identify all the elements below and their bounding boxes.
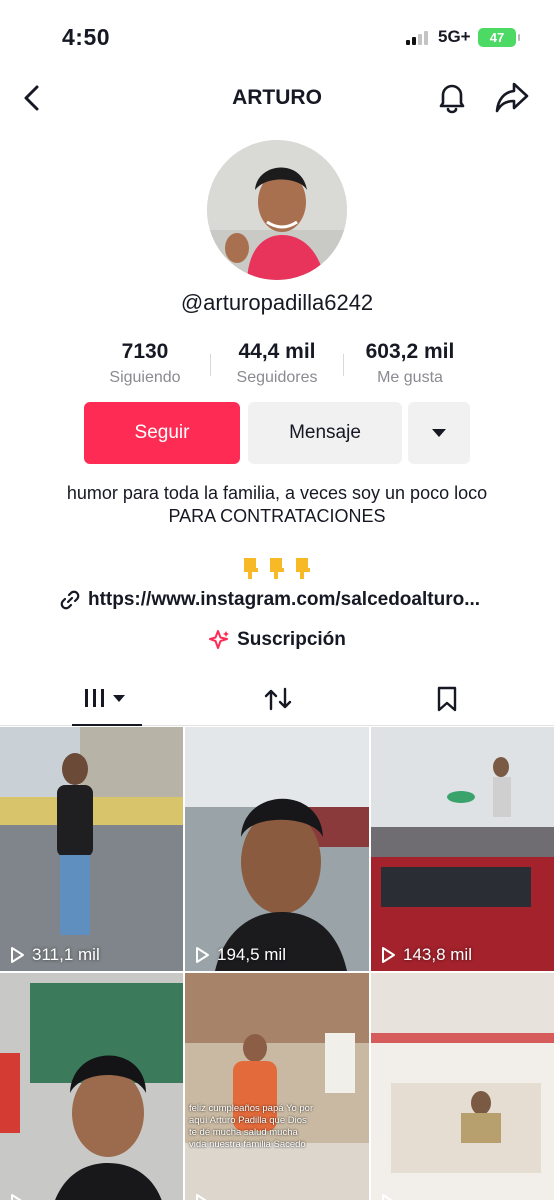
video-views-count: 311,1 mil [32, 945, 100, 964]
repost-icon [264, 687, 292, 711]
stat-following-label: Siguiendo [109, 369, 181, 386]
video-thumbnail-image [185, 727, 369, 971]
stat-divider [343, 354, 344, 376]
battery-level: 47 [489, 30, 505, 45]
stat-followers-value: 44,4 mil [238, 340, 316, 363]
video-views: 194,5 mil [193, 945, 286, 965]
avatar-photo [207, 140, 347, 280]
profile-bio: humor para toda la familia, a veces soy … [40, 482, 514, 528]
message-button[interactable]: Mensaje [248, 402, 402, 464]
video-views-count: 194,5 mil [217, 945, 286, 964]
video-thumbnail-image [371, 973, 554, 1200]
stat-likes[interactable]: 603,2 mil Me gusta [350, 340, 470, 387]
profile-link[interactable]: https://www.instagram.com/salcedoalturo.… [58, 586, 480, 614]
subscription-sparkle-icon [209, 630, 230, 649]
pointing-down-icon [270, 558, 284, 579]
play-icon [11, 1194, 22, 1200]
bell-icon[interactable] [434, 78, 470, 114]
username-handle: @arturopadilla6242 [180, 290, 374, 315]
pointing-down-icon [296, 558, 310, 579]
follow-button[interactable]: Seguir [84, 402, 240, 464]
play-icon [196, 1194, 207, 1200]
pointing-down-icon [244, 558, 258, 579]
tab-videos[interactable] [72, 672, 142, 726]
video-thumbnail[interactable] [0, 973, 183, 1200]
stat-likes-label: Me gusta [377, 369, 443, 386]
video-views: 311,1 mil [8, 945, 100, 965]
stat-divider [210, 354, 211, 376]
video-thumbnail[interactable]: feliz cumpleaños papá Yo por aquí Arturo… [185, 973, 369, 1200]
stat-followers-label: Seguidores [236, 369, 318, 386]
status-time: 4:50 [62, 24, 111, 50]
link-icon [60, 590, 80, 610]
video-thumbnail-image [371, 727, 554, 971]
video-grid: 311,1 mil 194,5 mil 143,8 mil feliz cump… [0, 727, 554, 1200]
more-options-button[interactable] [408, 402, 470, 464]
bio-line: PARA CONTRATACIONES [168, 506, 386, 526]
bio-line: humor para toda la familia, a veces soy … [66, 483, 488, 503]
play-icon [382, 1194, 393, 1200]
battery-icon: 47 [478, 28, 520, 47]
video-thumbnail-image [185, 973, 369, 1200]
video-thumbnail[interactable]: 311,1 mil [0, 727, 183, 971]
play-icon [382, 947, 395, 963]
content-tabs [0, 672, 554, 726]
signal-icon [406, 31, 434, 45]
video-thumbnail-image [0, 973, 183, 1200]
play-icon [11, 947, 24, 963]
stat-followers[interactable]: 44,4 mil Seguidores [222, 340, 332, 387]
video-views [193, 1193, 217, 1200]
share-icon[interactable] [494, 80, 530, 114]
video-views-count: 143,8 mil [403, 945, 472, 964]
video-thumbnail[interactable] [371, 973, 554, 1200]
network-type: 5G+ [438, 27, 471, 46]
video-views [379, 1193, 403, 1200]
video-thumbnail[interactable]: 143,8 mil [371, 727, 554, 971]
subscription-label: Suscripción [237, 629, 346, 650]
top-nav: ARTURO [0, 72, 554, 128]
bookmark-icon [437, 686, 457, 712]
avatar[interactable] [207, 140, 347, 280]
pointing-down-emojis [0, 556, 554, 580]
play-icon [196, 947, 209, 963]
page-title: ARTURO [232, 86, 322, 109]
subscription-button[interactable]: Suscripción [0, 628, 554, 652]
video-caption: feliz cumpleaños papá Yo por aquí Arturo… [189, 1103, 314, 1150]
grid-icon [85, 689, 125, 707]
video-views: 143,8 mil [379, 945, 472, 965]
status-bar: 4:50 5G+ 47 [0, 0, 554, 72]
video-views [8, 1193, 32, 1200]
tab-reposts[interactable] [243, 672, 313, 726]
video-thumbnail[interactable]: 194,5 mil [185, 727, 369, 971]
profile-stats: 7130 Siguiendo 44,4 mil Seguidores 603,2… [90, 340, 480, 394]
stat-likes-value: 603,2 mil [365, 340, 455, 363]
tab-saved[interactable] [412, 672, 482, 726]
profile-link-text: https://www.instagram.com/salcedoalturo.… [88, 589, 481, 610]
video-thumbnail-image [0, 727, 183, 971]
stat-following-value: 7130 [121, 340, 169, 363]
stat-following[interactable]: 7130 Siguiendo [90, 340, 200, 387]
chevron-down-icon [432, 429, 446, 437]
